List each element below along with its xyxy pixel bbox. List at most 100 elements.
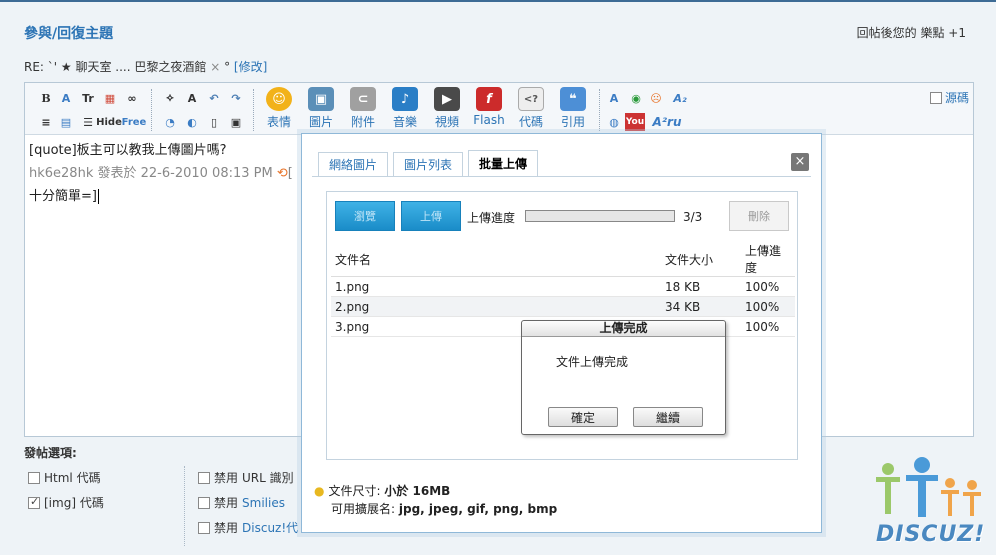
editor-content[interactable]: [quote]板主可以教我上傳圖片嗎? hk6e28hk 發表於 22-6-20… [29, 139, 299, 208]
top-border [0, 0, 996, 2]
globe-icon[interactable]: ◍ [605, 113, 623, 131]
continue-button[interactable]: 繼續 [633, 407, 703, 427]
attachment-label: 附件 [350, 115, 375, 129]
file-progress: 100% [741, 316, 795, 337]
media-icon[interactable]: ◉ [627, 89, 645, 107]
code-icon: <? [518, 87, 544, 111]
color-grid-icon[interactable]: ▦ [101, 89, 119, 107]
quote-date: 發表於 22-6-2010 08:13 PM [97, 166, 273, 181]
float-right-icon[interactable]: ◐ [183, 113, 201, 131]
option-disable-smilies-checkbox[interactable] [198, 496, 210, 509]
ext-info-value: jpg, jpeg, gif, png, bmp [398, 502, 558, 516]
option-disable-url[interactable]: 禁用 URL 識別 [198, 469, 294, 486]
tab-image-list[interactable]: 圖片列表 [393, 152, 464, 176]
toolbar-separator [253, 89, 254, 131]
paperclip-icon: ⊂ [350, 87, 376, 111]
music-button[interactable]: ♪ 音樂 [385, 87, 425, 130]
people-logo-icon [876, 457, 981, 517]
close-dialog-icon[interactable]: × [791, 153, 809, 171]
image-button[interactable]: ▣ 圖片 [301, 87, 341, 130]
music-label: 音樂 [392, 115, 417, 129]
flash-icon: f [476, 87, 502, 111]
option-disable-smilies[interactable]: 禁用 Smilies [198, 494, 285, 511]
smiley-button[interactable]: ☺ 表情 [259, 87, 299, 130]
discuz-logo: DISCUZ! [870, 455, 990, 550]
file-name: 2.png [331, 296, 661, 317]
list-icon[interactable]: ☰ [79, 113, 97, 131]
size-info-row: ● 文件尺寸: 小於 16MB [314, 482, 557, 500]
remove-format-icon[interactable]: A [183, 89, 201, 107]
youtube-icon[interactable]: You [625, 113, 645, 131]
edit-subject-link[interactable]: [修改] [234, 60, 267, 74]
logo-text: DISCUZ! [876, 522, 986, 547]
font-color-icon[interactable]: A [57, 89, 75, 107]
file-progress: 100% [741, 296, 795, 317]
emoticon-icon[interactable]: ☹ [647, 89, 665, 107]
music-icon: ♪ [392, 87, 418, 111]
source-label: 源碼 [944, 91, 969, 105]
browse-button[interactable]: 瀏覽 [335, 201, 395, 231]
font-icon[interactable]: A [605, 89, 623, 107]
reward-note: 回帖後您的 樂點 +1 [856, 26, 966, 40]
tab-web-image[interactable]: 網絡圖片 [318, 152, 389, 176]
quote-label: 引用 [560, 115, 585, 129]
upload-button[interactable]: 上傳 [401, 201, 461, 231]
text-cursor [97, 189, 99, 204]
option-disable-discuz-code[interactable]: 禁用 Discuz!代 [198, 519, 298, 536]
modal-title: 上傳完成 [522, 321, 725, 337]
file-size: 18 KB [661, 276, 741, 297]
progress-bar [525, 210, 675, 222]
page-title: 參與/回復主題 [24, 26, 114, 42]
bold-icon[interactable]: B [37, 89, 55, 107]
option-html-checkbox[interactable] [28, 471, 40, 484]
post-options-title: 發帖選項: [24, 446, 77, 460]
undo-icon[interactable]: ↶ [205, 89, 223, 107]
superscript-icon[interactable]: A²ru [649, 113, 685, 131]
link-icon[interactable]: ∞ [123, 89, 141, 107]
float-left-icon[interactable]: ◔ [161, 113, 179, 131]
reply-line: 十分簡單=] [29, 189, 99, 204]
page-break-icon[interactable]: ▣ [227, 113, 245, 131]
clear-subject-icon[interactable]: × [210, 60, 220, 74]
code-button[interactable]: <? 代碼 [511, 87, 551, 130]
video-button[interactable]: ▶ 視頻 [427, 87, 467, 130]
attachment-button[interactable]: ⊂ 附件 [343, 87, 383, 130]
option-disable-url-checkbox[interactable] [198, 471, 210, 484]
header-filename: 文件名 [331, 242, 661, 277]
unlink-icon[interactable]: ⟡ [161, 89, 179, 107]
table-icon[interactable]: ▤ [57, 113, 75, 131]
option-disable-discuz-label: Discuz!代 [242, 521, 299, 535]
table-row[interactable]: 2.png 34 KB 100% [331, 296, 795, 317]
ok-button[interactable]: 確定 [548, 407, 618, 427]
option-disable-discuz-checkbox[interactable] [198, 521, 210, 534]
delete-button[interactable]: 刪除 [729, 201, 789, 231]
quote-button[interactable]: ❝ 引用 [553, 87, 593, 130]
quote-tail: [ [287, 166, 293, 181]
subscript-icon[interactable]: A₂ [671, 89, 689, 107]
flash-button[interactable]: f Flash [469, 87, 509, 127]
subject-text: `' ★ 聊天室 .... 巴黎之夜酒館 [47, 60, 207, 74]
font-size-icon[interactable]: Tr [79, 89, 97, 107]
table-header-row: 文件名 文件大小 上傳進度 [331, 242, 795, 277]
image-icon: ▣ [308, 87, 334, 111]
justify-icon[interactable]: ≡ [37, 113, 55, 131]
ext-info-row: 可用擴展名: jpg, jpeg, gif, png, bmp [314, 500, 557, 518]
option-html[interactable]: Html 代碼 [28, 469, 101, 486]
page-icon[interactable]: ▯ [205, 113, 223, 131]
editor-toolbar: B A Tr ▦ ∞ ⟡ A ↶ ↷ ≡ ▤ ☰ Hide Free ◔ ◐ ▯… [25, 83, 973, 135]
tab-batch-upload[interactable]: 批量上傳 [468, 150, 539, 176]
free-icon[interactable]: Free [122, 113, 147, 131]
option-html-label: Html 代碼 [44, 471, 101, 485]
source-toggle[interactable]: 源碼 [929, 89, 969, 106]
header-filesize: 文件大小 [661, 242, 741, 277]
upload-info: ● 文件尺寸: 小於 16MB 可用擴展名: jpg, jpeg, gif, pn… [314, 482, 557, 518]
option-img-checkbox[interactable] [28, 495, 40, 509]
progress-label: 上傳進度 [467, 211, 516, 225]
source-checkbox[interactable] [929, 91, 942, 104]
video-label: 視頻 [434, 115, 459, 129]
table-row[interactable]: 1.png 18 KB 100% [331, 276, 795, 297]
smiley-icon: ☺ [266, 87, 292, 111]
option-img[interactable]: [img] 代碼 [28, 494, 104, 511]
hide-icon[interactable]: Hide [96, 113, 122, 131]
redo-icon[interactable]: ↷ [227, 89, 245, 107]
